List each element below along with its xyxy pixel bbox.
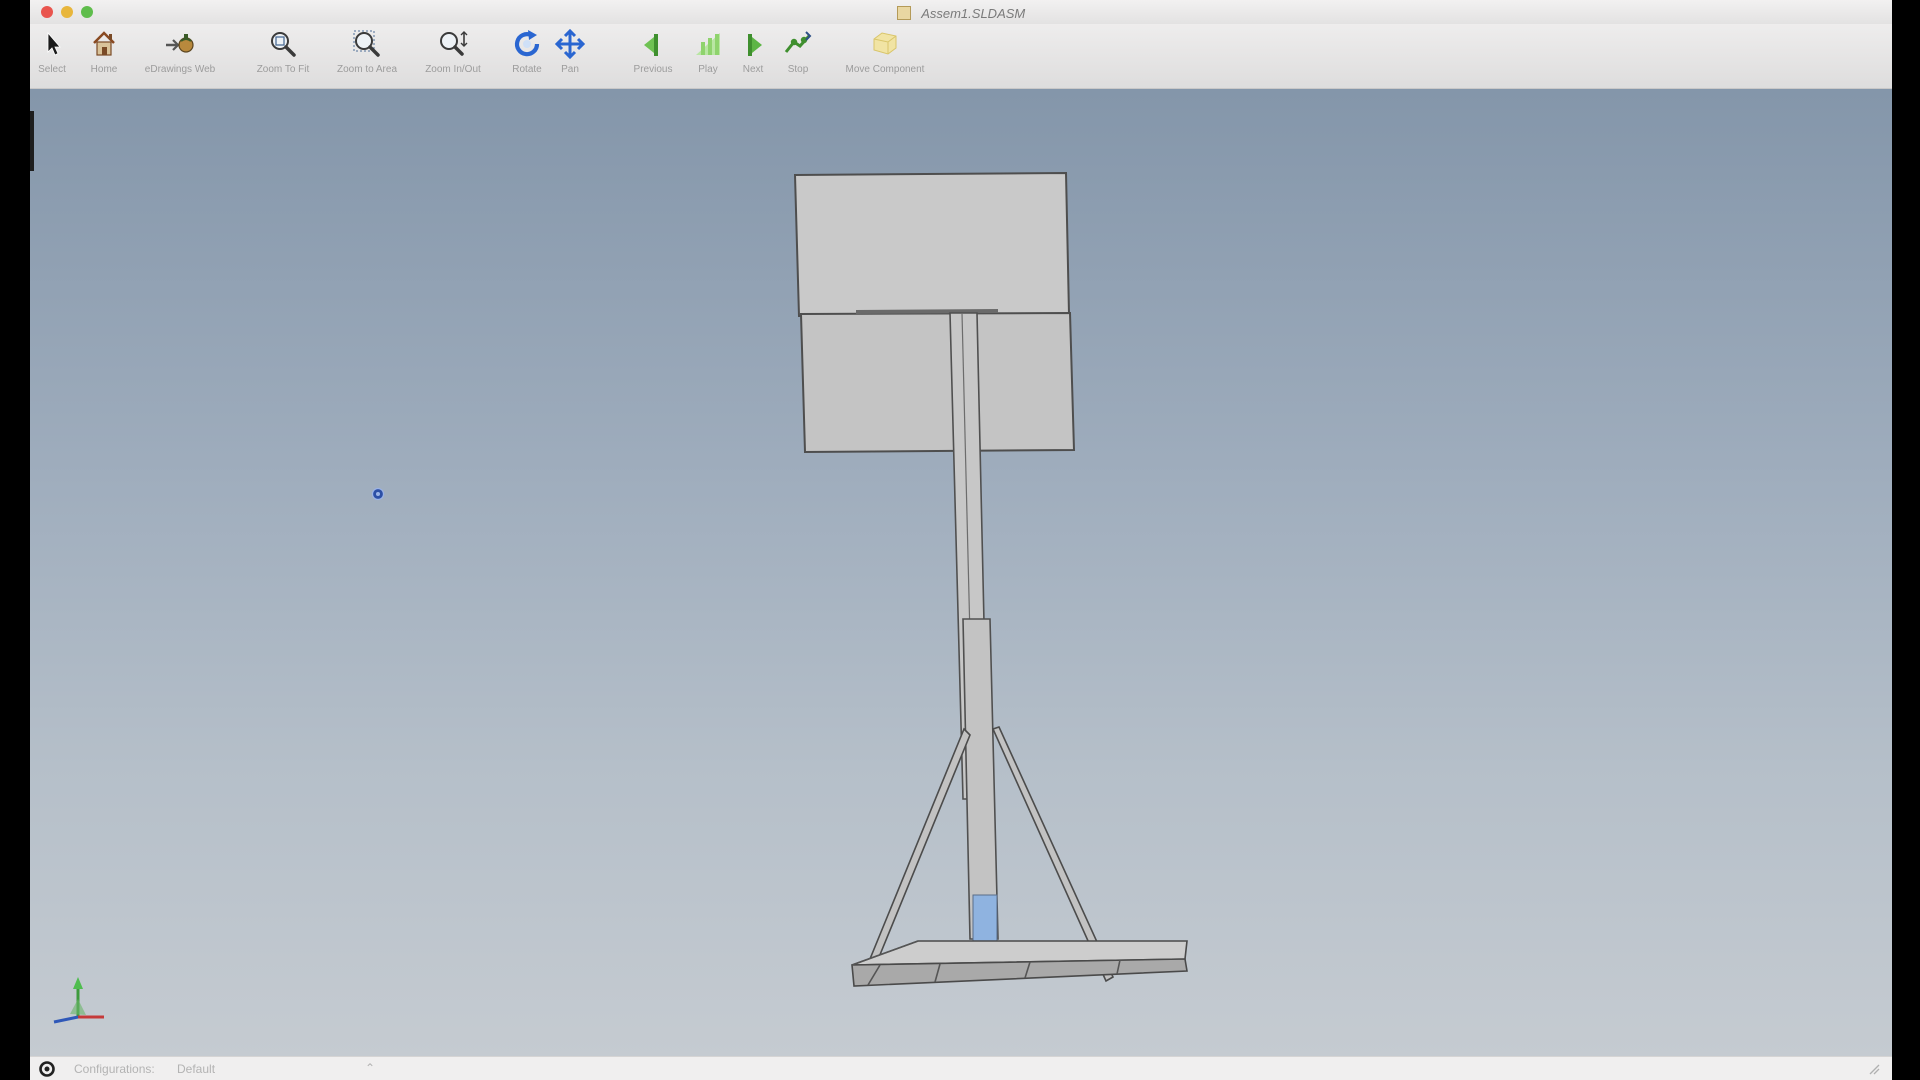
zoom-to-fit-tool-label: Zoom To Fit (256, 64, 310, 75)
zoom-window-button[interactable] (81, 6, 93, 18)
next-tool[interactable]: Next (733, 28, 773, 84)
previous-tool-label: Previous (633, 64, 673, 75)
edrawings-window: Assem1.SLDASM Select Home eDrawings Web … (30, 0, 1892, 1080)
minimize-window-button[interactable] (61, 6, 73, 18)
pole-lower-segment[interactable] (962, 618, 999, 940)
configurations-label: Configurations: (74, 1062, 155, 1076)
stop-tool[interactable]: Stop (778, 28, 818, 84)
zoom-to-area-icon (353, 30, 380, 57)
assembly-document-icon (896, 6, 911, 20)
pan-tool[interactable]: Pan (550, 28, 590, 84)
house-icon (93, 31, 115, 56)
configuration-select[interactable]: Default (177, 1062, 215, 1076)
status-bar: Configurations: Default ⌃ (30, 1056, 1892, 1080)
pole-base-sleeve[interactable] (972, 894, 998, 946)
orientation-triad-icon (53, 977, 104, 1024)
stop-icon (784, 31, 812, 53)
move-component-tool-label: Move Component (845, 64, 925, 75)
edrawings-web-tool-label: eDrawings Web (144, 64, 216, 75)
select-tool[interactable]: Select (32, 28, 72, 84)
home-tool-label: Home (90, 64, 118, 75)
toolbar: Select Home eDrawings Web Zoom To Fit Zo… (30, 24, 1892, 89)
window-title-group: Assem1.SLDASM (30, 5, 1892, 23)
rotate-tool-label: Rotate (512, 64, 542, 75)
graphics-viewport[interactable] (30, 89, 1892, 1056)
zoom-in-out-tool-label: Zoom In/Out (425, 64, 481, 75)
window-title: Assem1.SLDASM (921, 6, 1026, 21)
previous-icon (644, 34, 658, 56)
backboard-upper-panel[interactable] (793, 171, 1071, 318)
previous-tool[interactable]: Previous (620, 28, 686, 84)
rotate-tool[interactable]: Rotate (502, 28, 552, 84)
edrawings-web-tool[interactable]: eDrawings Web (132, 28, 228, 84)
backboard-bracket (855, 309, 999, 314)
pan-tool-label: Pan (561, 64, 579, 75)
zoom-to-area-tool-label: Zoom to Area (336, 64, 398, 75)
close-window-button[interactable] (41, 6, 53, 18)
zoom-in-out-icon (440, 31, 468, 56)
chevron-up-icon[interactable]: ⌃ (365, 1061, 375, 1075)
zoom-in-out-tool[interactable]: Zoom In/Out (412, 28, 494, 84)
edrawings-web-icon (166, 34, 194, 53)
rotate-icon (514, 30, 540, 57)
move-component-tool[interactable]: Move Component (830, 28, 940, 84)
stop-tool-label: Stop (787, 64, 809, 75)
home-tool[interactable]: Home (84, 28, 124, 84)
next-icon (748, 34, 762, 56)
next-tool-label: Next (742, 64, 764, 75)
zoom-to-fit-tool[interactable]: Zoom To Fit (242, 28, 324, 84)
title-bar[interactable]: Assem1.SLDASM (30, 0, 1892, 24)
backboard-lower-panel[interactable] (799, 311, 1076, 454)
select-tool-label: Select (38, 64, 66, 75)
play-tool[interactable]: Play (688, 28, 728, 84)
play-tool-label: Play (698, 64, 718, 75)
pointer-arrow-icon (47, 31, 61, 56)
play-icon (696, 33, 720, 55)
pan-icon (554, 28, 586, 60)
zoom-to-area-tool[interactable]: Zoom to Area (326, 28, 408, 84)
cursor-indicator-icon (371, 487, 385, 501)
move-component-icon (873, 32, 897, 55)
resize-grip-icon[interactable] (1868, 1063, 1880, 1075)
basketball-hoop-model[interactable] (30, 89, 1892, 1056)
gear-icon[interactable] (38, 1060, 56, 1078)
zoom-to-fit-icon (271, 32, 296, 57)
left-support-strut[interactable] (868, 727, 971, 964)
